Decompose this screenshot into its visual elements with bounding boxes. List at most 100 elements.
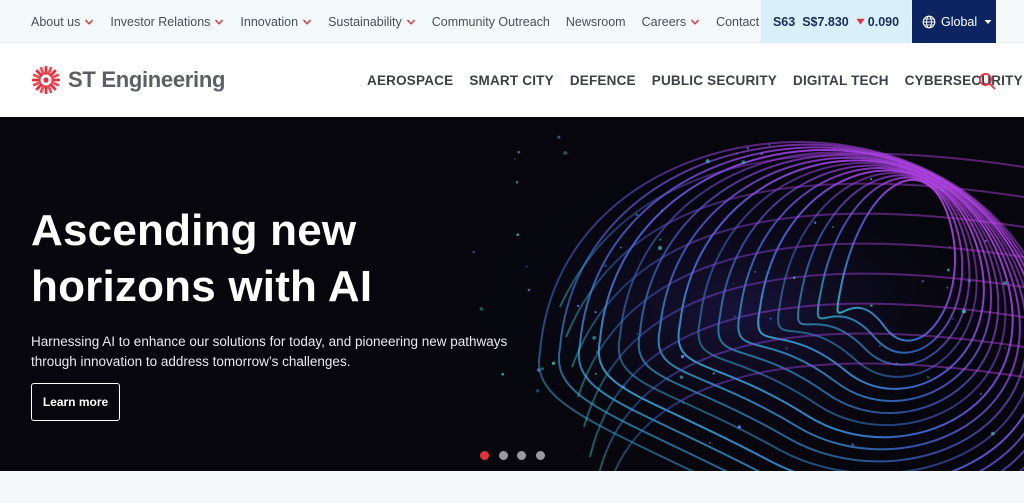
carousel-dot[interactable] [517, 451, 526, 460]
hero-particle [592, 336, 597, 340]
hero-particle [680, 354, 685, 359]
utility-item-community-outreach[interactable]: Community Outreach [432, 15, 550, 29]
hero-particle [619, 246, 622, 249]
hero-particle [793, 276, 796, 279]
hero-particle [594, 372, 597, 375]
hero-particle [595, 351, 598, 353]
hero-particle [941, 189, 943, 192]
hero-particle [515, 181, 519, 184]
carousel-indicators [480, 451, 554, 460]
utility-item-sustainability[interactable]: Sustainability [328, 15, 416, 29]
logo[interactable]: ST Engineering [30, 64, 225, 96]
hero-particle [712, 372, 715, 375]
globe-icon [922, 15, 936, 28]
hero-particle [946, 286, 949, 289]
chevron-down-icon [691, 19, 700, 25]
stock-symbol: S63 [772, 14, 796, 29]
utility-item-newsroom[interactable]: Newsroom [566, 15, 626, 29]
nav-item-public-security[interactable]: PUBLIC SECURITY [652, 73, 777, 88]
nav-item-digital-tech[interactable]: DIGITAL TECH [793, 73, 889, 88]
chevron-down-icon [85, 19, 94, 25]
hero-particle [513, 157, 516, 160]
hero-particle [741, 160, 746, 164]
utility-item-careers[interactable]: Careers [642, 15, 700, 29]
learn-more-button[interactable]: Learn more [31, 383, 120, 421]
hero-particle [869, 304, 873, 308]
region-selector[interactable]: Global [912, 0, 996, 43]
hero-particle [991, 431, 995, 436]
hero-particle [563, 151, 568, 155]
hero-particle [501, 373, 504, 376]
hero-particle [540, 367, 544, 371]
carousel-dot[interactable] [498, 451, 508, 460]
utility-item-label: Sustainability [328, 14, 402, 29]
carousel-dot[interactable] [535, 451, 545, 460]
hero-particle [945, 367, 948, 369]
hero-particle [661, 209, 664, 212]
hero-particle [962, 309, 966, 314]
utility-item-label: Community Outreach [431, 14, 550, 29]
utility-bar: About us Investor Relations Innovation S… [0, 0, 1024, 43]
hero-particle [535, 388, 540, 393]
hero-particle [895, 362, 898, 365]
hero-particle [1004, 346, 1006, 349]
hero-particle [878, 345, 881, 347]
utility-item-innovation[interactable]: Innovation [240, 15, 312, 29]
hero-particle [947, 268, 950, 272]
carousel-dot[interactable] [480, 451, 489, 460]
hero-particle [603, 264, 607, 268]
hero-particle [705, 159, 710, 164]
triangle-down-icon [856, 18, 865, 25]
main-nav: AEROSPACE SMART CITY DEFENCE PUBLIC SECU… [367, 43, 1024, 117]
utility-item-about-us[interactable]: About us [31, 15, 94, 29]
hero-particle [984, 239, 988, 243]
nav-item-smart-city[interactable]: SMART CITY [469, 73, 554, 88]
nav-item-defence[interactable]: DEFENCE [570, 73, 636, 88]
hero-particle [527, 288, 531, 292]
utility-item-label: Investor Relations [110, 14, 211, 29]
hero-particle [551, 361, 556, 365]
region-label: Global [941, 14, 978, 29]
stock-ticker[interactable]: S63 S$7.830 0.090 [761, 0, 911, 43]
hero-particle [967, 279, 972, 283]
hero-particle [557, 135, 561, 139]
utility-nav: About us Investor Relations Innovation S… [31, 0, 792, 43]
hero-particle [517, 150, 520, 154]
utility-item-label: Newsroom [565, 14, 626, 29]
nav-item-aerospace[interactable]: AEROSPACE [367, 73, 453, 88]
hero-particle [785, 347, 789, 350]
hero-particle [948, 246, 951, 249]
utility-item-investor-relations[interactable]: Investor Relations [110, 15, 224, 29]
hero-particle [516, 233, 519, 236]
hero-particle [831, 225, 834, 228]
hero-particle [536, 368, 541, 372]
hero-particle [1003, 281, 1007, 285]
st-engineering-logo-icon [32, 66, 60, 94]
hero-particle [951, 318, 954, 320]
chevron-down-icon [215, 19, 224, 25]
hero-particle [760, 152, 764, 156]
hero-particle [769, 317, 772, 320]
hero-particle [682, 401, 685, 404]
hero-particle [525, 265, 528, 268]
nav-item-cybersecurity[interactable]: CYBERSECURITY [905, 73, 1023, 88]
hero-banner: Ascending new horizons with AI Harnessin… [0, 117, 1024, 471]
utility-item-label: About us [31, 14, 81, 29]
hero-particle [746, 147, 750, 150]
hero-particle [622, 385, 626, 389]
hero-particle [635, 213, 639, 217]
hero-particle [768, 143, 771, 146]
hero-particle [851, 443, 855, 447]
utility-item-label: Innovation [240, 14, 299, 29]
hero-particle [733, 315, 736, 318]
stock-change: 0.090 [867, 14, 900, 29]
search-icon[interactable] [978, 72, 996, 90]
hero-particle [732, 283, 734, 285]
brand-name: ST Engineering [68, 67, 226, 92]
hero-particle [576, 304, 580, 308]
hero-particle [735, 152, 738, 155]
hero-particle [926, 375, 930, 379]
hero-particle [979, 392, 983, 396]
hero-particle [636, 333, 639, 335]
hero-particle [659, 238, 662, 241]
